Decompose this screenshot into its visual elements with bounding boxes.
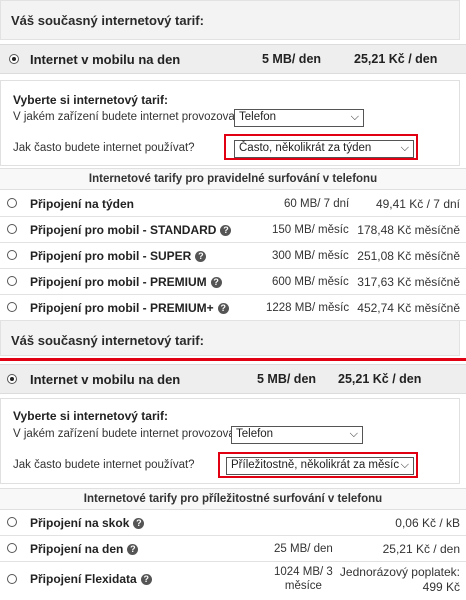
tarif-name: Připojení na týden	[30, 197, 134, 211]
device-label: V jakém zařízení budete internet provozo…	[13, 428, 245, 440]
question-circle-icon[interactable]: ?	[220, 225, 232, 236]
radio-icon[interactable]	[7, 250, 17, 260]
highlight-frame	[224, 134, 418, 160]
selector-heading: Vyberte si internetový tarif:	[13, 93, 168, 107]
current-tarif-name: Internet v mobilu na den	[30, 372, 181, 387]
device-select[interactable]: Telefon ⌵	[231, 426, 363, 444]
tarif-data: 150 MB/ měsíc	[272, 224, 349, 236]
tarif-price: 317,63 Kč měsíčně	[357, 275, 460, 289]
radio-icon[interactable]	[7, 517, 17, 527]
current-tarif-price: 25,21 Kč / den	[354, 52, 438, 66]
device-label: V jakém zařízení budete internet provozo…	[13, 111, 245, 123]
tarif-data: 25 MB/ den	[274, 543, 333, 555]
tarif-name-text: Připojení na týden	[30, 197, 135, 211]
tarif-data: 1024 MB/ 3 měsíce	[274, 565, 333, 593]
tarif-row[interactable]: Připojení na týden 60 MB/ 7 dní 49,41 Kč /…	[0, 191, 466, 217]
tarif-data-line: 1024 MB/ 3	[274, 566, 333, 578]
tarif-name: Připojení na skok?	[30, 516, 145, 530]
tarif-price: 0,06 Kč / kB	[395, 516, 460, 530]
section-divider	[0, 358, 466, 361]
current-tarif-row[interactable]: Internet v mobilu na den 5 MB/ den 25,21…	[0, 364, 466, 394]
current-tarif-row[interactable]: Internet v mobilu na den 5 MB/ den 25,21…	[0, 44, 466, 74]
radio-icon[interactable]	[9, 54, 19, 64]
tarif-row[interactable]: Připojení pro mobil - STANDARD? 150 MB/ m…	[0, 217, 466, 243]
tarif-data: 300 MB/ měsíc	[272, 250, 349, 262]
current-tarif-price: 25,21 Kč / den	[338, 372, 422, 386]
tarif-price: 178,48 Kč měsíčně	[357, 223, 460, 237]
question-circle-icon[interactable]: ?	[140, 574, 152, 585]
group-heading-regular: Internetové tarify pro pravidelné surfov…	[0, 168, 466, 190]
highlight-frame	[218, 452, 418, 478]
radio-icon[interactable]	[7, 198, 17, 208]
radio-icon[interactable]	[7, 224, 17, 234]
group-heading-occasional: Internetové tarify pro příležitostné sur…	[0, 488, 466, 510]
device-select[interactable]: Telefon ⌵	[234, 109, 364, 127]
tarif-price: 49,41 Kč / 7 dní	[375, 197, 460, 211]
frequency-label: Jak často budete internet používat?	[13, 142, 195, 154]
tarif-row[interactable]: Připojení Flexidata? 1024 MB/ 3 měsíce J…	[0, 562, 466, 600]
frequency-label: Jak často budete internet používat?	[13, 459, 195, 471]
tarif-name-text: Připojení Flexidata	[30, 572, 137, 586]
current-tarif-title: Váš současný internetový tarif:	[11, 13, 204, 28]
tarif-price: 251,08 Kč měsíčně	[357, 249, 460, 263]
current-tarif-header: Váš současný internetový tarif:	[0, 0, 460, 40]
current-tarif-name: Internet v mobilu na den	[30, 52, 181, 67]
tarif-row[interactable]: Připojení na skok? 0,06 Kč / kB	[0, 510, 466, 536]
question-circle-icon[interactable]: ?	[217, 303, 229, 314]
radio-icon[interactable]	[7, 276, 17, 286]
question-circle-icon[interactable]: ?	[210, 277, 222, 288]
current-tarif-header-2: Váš současný internetový tarif:	[0, 320, 460, 356]
tarif-name: Připojení pro mobil - STANDARD?	[30, 223, 232, 237]
selector-heading: Vyberte si internetový tarif:	[13, 409, 168, 423]
tarif-row[interactable]: Připojení pro mobil - PREMIUM+? 1228 MB/ …	[0, 295, 466, 321]
tarif-name-text: Připojení pro mobil - PREMIUM+	[30, 301, 214, 315]
tarif-name: Připojení pro mobil - PREMIUM?	[30, 275, 222, 289]
tarif-data: 60 MB/ 7 dní	[284, 198, 350, 210]
current-tarif-size: 5 MB/ den	[257, 372, 317, 386]
question-circle-icon[interactable]: ?	[127, 544, 139, 555]
tarif-data: 600 MB/ měsíc	[272, 276, 349, 288]
tarif-name-text: Připojení pro mobil - STANDARD	[30, 223, 217, 237]
tarif-price: 452,74 Kč měsíčně	[357, 301, 460, 315]
tarif-price: 25,21 Kč / den	[382, 542, 460, 556]
radio-icon[interactable]	[7, 543, 17, 553]
tarif-name-text: Připojení pro mobil - PREMIUM	[30, 275, 207, 289]
tarif-name: Připojení pro mobil - PREMIUM+?	[30, 301, 229, 315]
tarif-data: 1228 MB/ měsíc	[266, 302, 350, 314]
current-tarif-title: Váš současný internetový tarif:	[11, 333, 204, 348]
radio-icon[interactable]	[7, 302, 17, 312]
current-tarif-size: 5 MB/ den	[262, 52, 322, 66]
tarif-name-text: Připojení na den	[30, 542, 124, 556]
tarif-row[interactable]: Připojení pro mobil - SUPER? 300 MB/ měsí…	[0, 243, 466, 269]
tarif-name-text: Připojení na skok	[30, 516, 130, 530]
device-select-value: Telefon	[239, 111, 277, 123]
radio-icon[interactable]	[7, 574, 17, 584]
chevron-down-icon: ⌵	[350, 111, 359, 123]
chevron-down-icon: ⌵	[349, 428, 358, 440]
device-select-value: Telefon	[236, 428, 274, 440]
tarif-price-line: Jednorázový poplatek:	[339, 565, 460, 579]
tarif-name: Připojení pro mobil - SUPER?	[30, 249, 207, 263]
tarif-name: Připojení Flexidata?	[30, 572, 152, 586]
tarif-row[interactable]: Připojení na den? 25 MB/ den 25,21 Kč / …	[0, 536, 466, 562]
tarif-price-line: 499 Kč	[422, 580, 460, 594]
tarif-name-text: Připojení pro mobil - SUPER	[30, 249, 192, 263]
tarif-data-line: měsíce	[284, 580, 322, 592]
tarif-row[interactable]: Připojení pro mobil - PREMIUM? 600 MB/ mě…	[0, 269, 466, 295]
question-circle-icon[interactable]: ?	[195, 251, 207, 262]
tarif-price: Jednorázový poplatek: 499 Kč	[340, 565, 460, 595]
radio-icon[interactable]	[7, 374, 17, 384]
tarif-name: Připojení na den?	[30, 542, 139, 556]
question-circle-icon[interactable]: ?	[133, 518, 145, 529]
